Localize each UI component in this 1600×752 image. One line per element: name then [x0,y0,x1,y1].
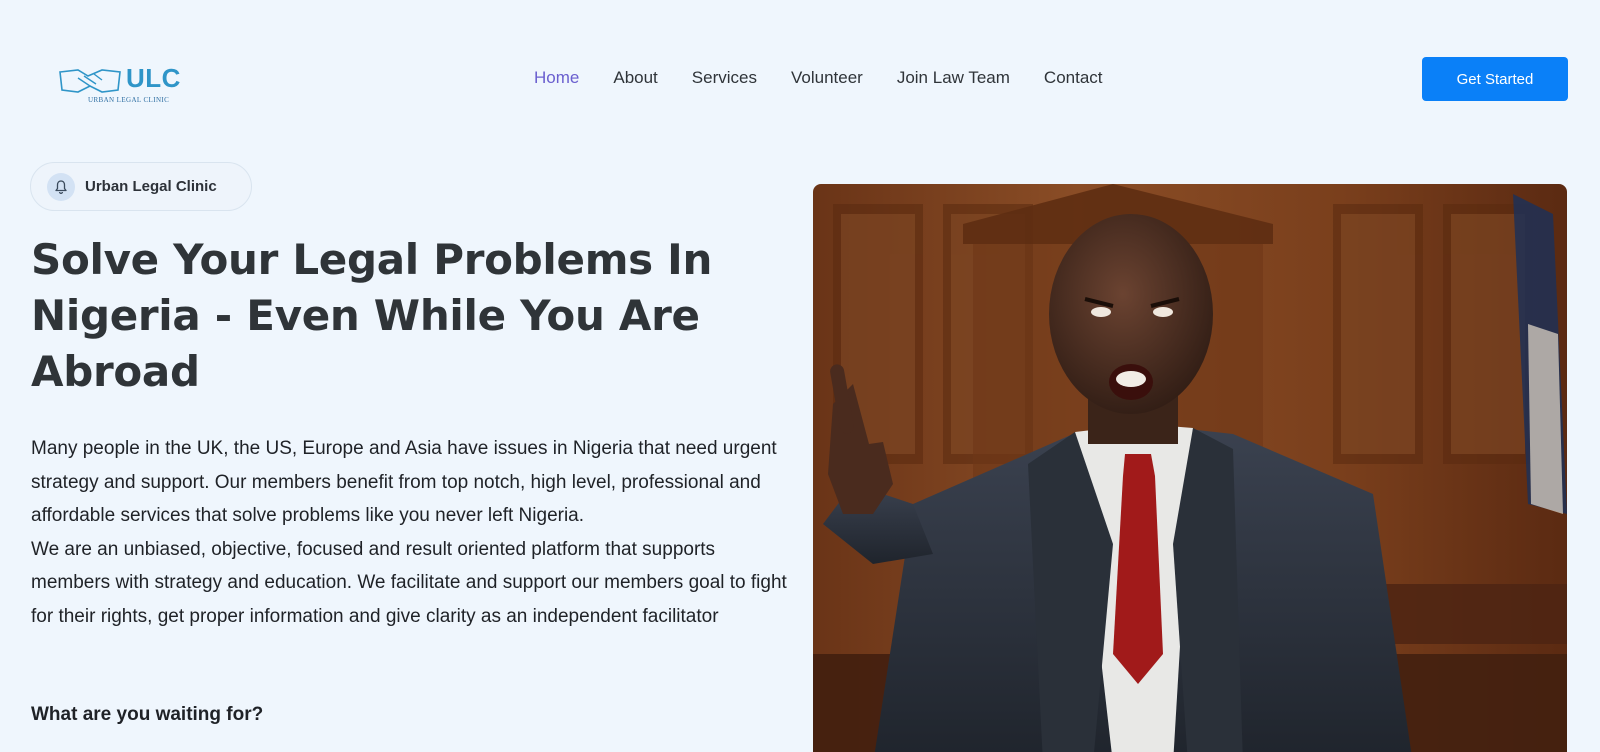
handshake-icon [59,69,121,93]
courtroom-illustration [813,184,1567,752]
main-nav: Home About Services Volunteer Join Law T… [534,66,1103,90]
logo-subtitle: URBAN LEGAL CLINIC [88,96,170,104]
hero-title: Solve Your Legal Problems In Nigeria - E… [31,235,713,396]
hero-badge: Urban Legal Clinic [30,162,252,211]
get-started-button[interactable]: Get Started [1422,57,1568,101]
nav-services[interactable]: Services [692,68,757,88]
nav-contact[interactable]: Contact [1044,68,1103,88]
nav-about[interactable]: About [613,68,657,88]
hero-paragraph: We are an unbiased, objective, focused a… [31,538,787,627]
hero-paragraph: Many people in the UK, the US, Europe an… [31,438,777,526]
nav-join-law-team[interactable]: Join Law Team [897,68,1010,88]
site-logo[interactable]: ULC URBAN LEGAL CLINIC [58,62,198,106]
hero-image [813,184,1567,752]
logo-abbr: ULC [126,63,181,93]
nav-home[interactable]: Home [534,68,579,88]
nav-volunteer[interactable]: Volunteer [791,68,863,88]
hero-closing: What are you waiting for? [31,704,264,725]
hero-description: Many people in the UK, the US, Europe an… [31,432,791,633]
bell-icon [47,172,75,201]
badge-label: Urban Legal Clinic [85,178,217,195]
